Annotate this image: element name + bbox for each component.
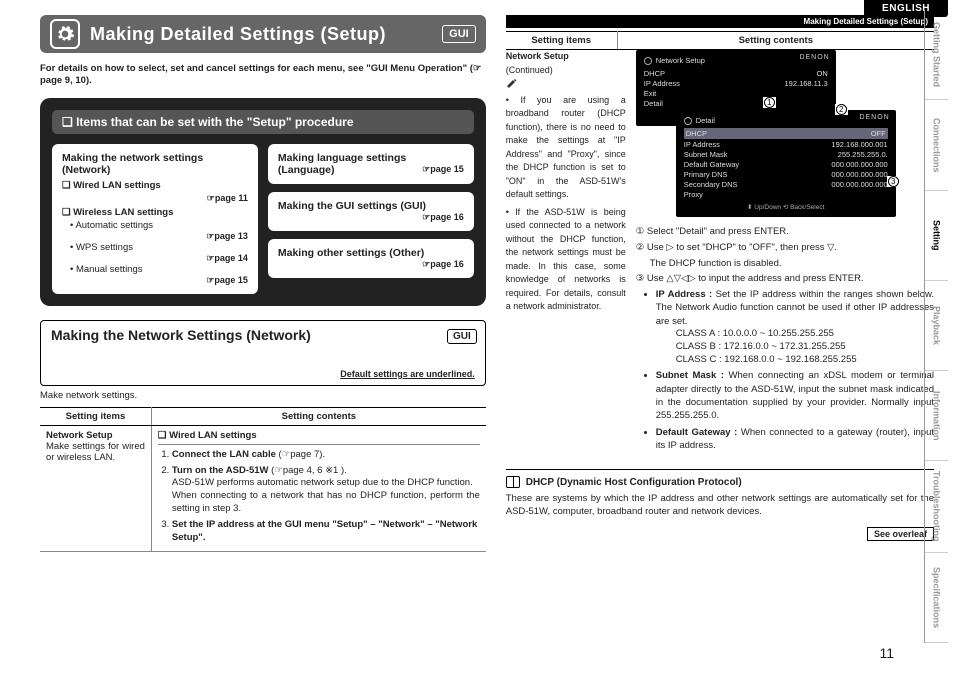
step-2: ② Use ▷ to set "DHCP" to "OFF", then pre… bbox=[636, 241, 934, 255]
settings-table: Setting items Setting contents Network S… bbox=[40, 407, 486, 553]
page-ref: ☞page 16 bbox=[422, 259, 464, 270]
settings-table-right: Setting items Setting contents bbox=[506, 31, 934, 50]
intro-text: For details on how to select, set and ca… bbox=[40, 63, 486, 88]
tab-playback[interactable]: Playback bbox=[925, 281, 948, 371]
setting-content-cell: ❏ Wired LAN settings Connect the LAN cab… bbox=[151, 425, 485, 552]
th-items: Setting items bbox=[40, 407, 151, 425]
step-2: Turn on the ASD-51W (☞page 4, 6 ※1 ). AS… bbox=[172, 465, 480, 516]
page-ref: ☞page 13 bbox=[62, 231, 248, 242]
setup-gui-card: Making the GUI settings (GUI) ☞page 16 bbox=[268, 192, 474, 231]
card-item: • WPS settings bbox=[70, 242, 248, 253]
gear-icon bbox=[50, 19, 80, 49]
network-setup-desc: Network Setup (Continued) • If you are u… bbox=[506, 50, 626, 455]
card-heading: Making other settings (Other) bbox=[278, 247, 424, 259]
wired-lan-header: ❏ Wired LAN settings bbox=[158, 430, 480, 445]
page-ref: ☞page 16 bbox=[422, 212, 464, 223]
th-contents: Setting contents bbox=[617, 32, 934, 50]
step-1: Connect the LAN cable (☞page 7). bbox=[172, 449, 480, 462]
item-name: Network Setup bbox=[46, 430, 113, 441]
osd-screenshots: DENON Network Setup DHCPON IP Address192… bbox=[636, 50, 934, 217]
setting-item-cell: Network Setup Make settings for wired or… bbox=[40, 425, 151, 552]
osd-footer: ⬍ Up/Down ⟲ Back/Select bbox=[684, 203, 888, 211]
th-items: Setting items bbox=[506, 32, 617, 50]
numbered-steps: ① Select "Detail" and press ENTER. ② Use… bbox=[636, 225, 934, 286]
class-a: CLASS A : 10.0.0.0 ~ 10.255.255.255 bbox=[676, 328, 934, 341]
page-ref: ☞page 11 bbox=[62, 193, 248, 204]
step-3: Set the IP address at the GUI menu "Setu… bbox=[172, 519, 480, 545]
tab-troubleshooting[interactable]: Troubleshooting bbox=[925, 461, 948, 553]
page-number: 11 bbox=[879, 645, 894, 661]
see-overleaf: See overleaf bbox=[506, 529, 934, 540]
setup-items-box: ❏ Items that can be set with the "Setup"… bbox=[40, 98, 486, 306]
network-section-header: Making the Network Settings (Network) GU… bbox=[40, 320, 486, 386]
setup-box-title: ❏ Items that can be set with the "Setup"… bbox=[52, 110, 474, 134]
page-title: Making Detailed Settings (Setup) bbox=[90, 24, 386, 45]
brand-label: DENON bbox=[859, 114, 889, 121]
osd-detail: DENON 2 Detail DHCPOFF IP Address192.168… bbox=[676, 110, 896, 217]
osd-title: Detail bbox=[684, 116, 888, 125]
continued-label: (Continued) bbox=[506, 65, 553, 75]
card-heading: Making the network settings (Network) bbox=[62, 152, 248, 176]
step-2-note: The DHCP function is disabled. bbox=[650, 257, 934, 271]
bullet-ip: IP Address : Set the IP address within t… bbox=[656, 288, 934, 366]
card-item: • Manual settings bbox=[70, 264, 248, 275]
section-title: Making the Network Settings (Network) bbox=[51, 327, 475, 343]
ip-bullets: IP Address : Set the IP address within t… bbox=[646, 288, 934, 452]
page-ref: ☞page 14 bbox=[62, 253, 248, 264]
section-subtitle: Make network settings. bbox=[40, 390, 486, 401]
desc-p2: • If the ASD-51W is being used connected… bbox=[506, 206, 626, 314]
callout-2: 2 bbox=[836, 104, 847, 115]
step-2-body: ASD-51W performs automatic network setup… bbox=[172, 477, 480, 515]
gui-badge: GUI bbox=[447, 329, 477, 344]
card-sub: ❏ Wired LAN settings bbox=[62, 180, 248, 191]
desc-p1: • If you are using a broadband router (D… bbox=[506, 94, 626, 202]
pencil-icon bbox=[506, 77, 518, 89]
item-desc: Make settings for wired or wireless LAN. bbox=[46, 441, 145, 463]
setup-language-card: Making language settings (Language) ☞pag… bbox=[268, 144, 474, 184]
card-sub: ❏ Wireless LAN settings bbox=[62, 207, 248, 218]
card-heading: Making language settings (Language) bbox=[278, 152, 406, 176]
setup-network-card: Making the network settings (Network) ❏ … bbox=[52, 144, 258, 294]
card-item: • Automatic settings bbox=[70, 220, 248, 231]
callout-1: 1 bbox=[764, 97, 775, 108]
tab-information[interactable]: Information bbox=[925, 371, 948, 461]
book-icon bbox=[506, 476, 520, 488]
step-3: ③ Use △▽◁▷ to input the address and pres… bbox=[636, 272, 934, 286]
dhcp-body: These are systems by which the IP addres… bbox=[506, 492, 934, 519]
page-title-bar: Making Detailed Settings (Setup) GUI bbox=[40, 15, 486, 53]
class-c: CLASS C : 192.168.0.0 ~ 192.168.255.255 bbox=[676, 354, 934, 367]
page-ref: ☞page 15 bbox=[62, 275, 248, 286]
brand-label: DENON bbox=[799, 54, 829, 61]
default-note: Default settings are underlined. bbox=[51, 369, 475, 379]
dhcp-heading: DHCP (Dynamic Host Configuration Protoco… bbox=[526, 477, 742, 488]
dhcp-section: DHCP (Dynamic Host Configuration Protoco… bbox=[506, 469, 934, 519]
step-1: ① Select "Detail" and press ENTER. bbox=[636, 225, 934, 239]
bullet-gateway: Default Gateway : When connected to a ga… bbox=[656, 426, 934, 453]
gui-badge: GUI bbox=[442, 25, 476, 43]
tab-specifications[interactable]: Specifications bbox=[925, 553, 948, 643]
page-ref: ☞page 15 bbox=[422, 164, 464, 175]
bullet-subnet: Subnet Mask : When connecting an xDSL mo… bbox=[656, 369, 934, 422]
item-name: Network Setup bbox=[506, 51, 569, 61]
th-contents: Setting contents bbox=[151, 407, 485, 425]
class-b: CLASS B : 172.16.0.0 ~ 172.31.255.255 bbox=[676, 341, 934, 354]
setup-other-card: Making other settings (Other) ☞page 16 bbox=[268, 239, 474, 278]
card-heading: Making the GUI settings (GUI) bbox=[278, 200, 426, 212]
callout-3: 3 bbox=[888, 176, 899, 187]
